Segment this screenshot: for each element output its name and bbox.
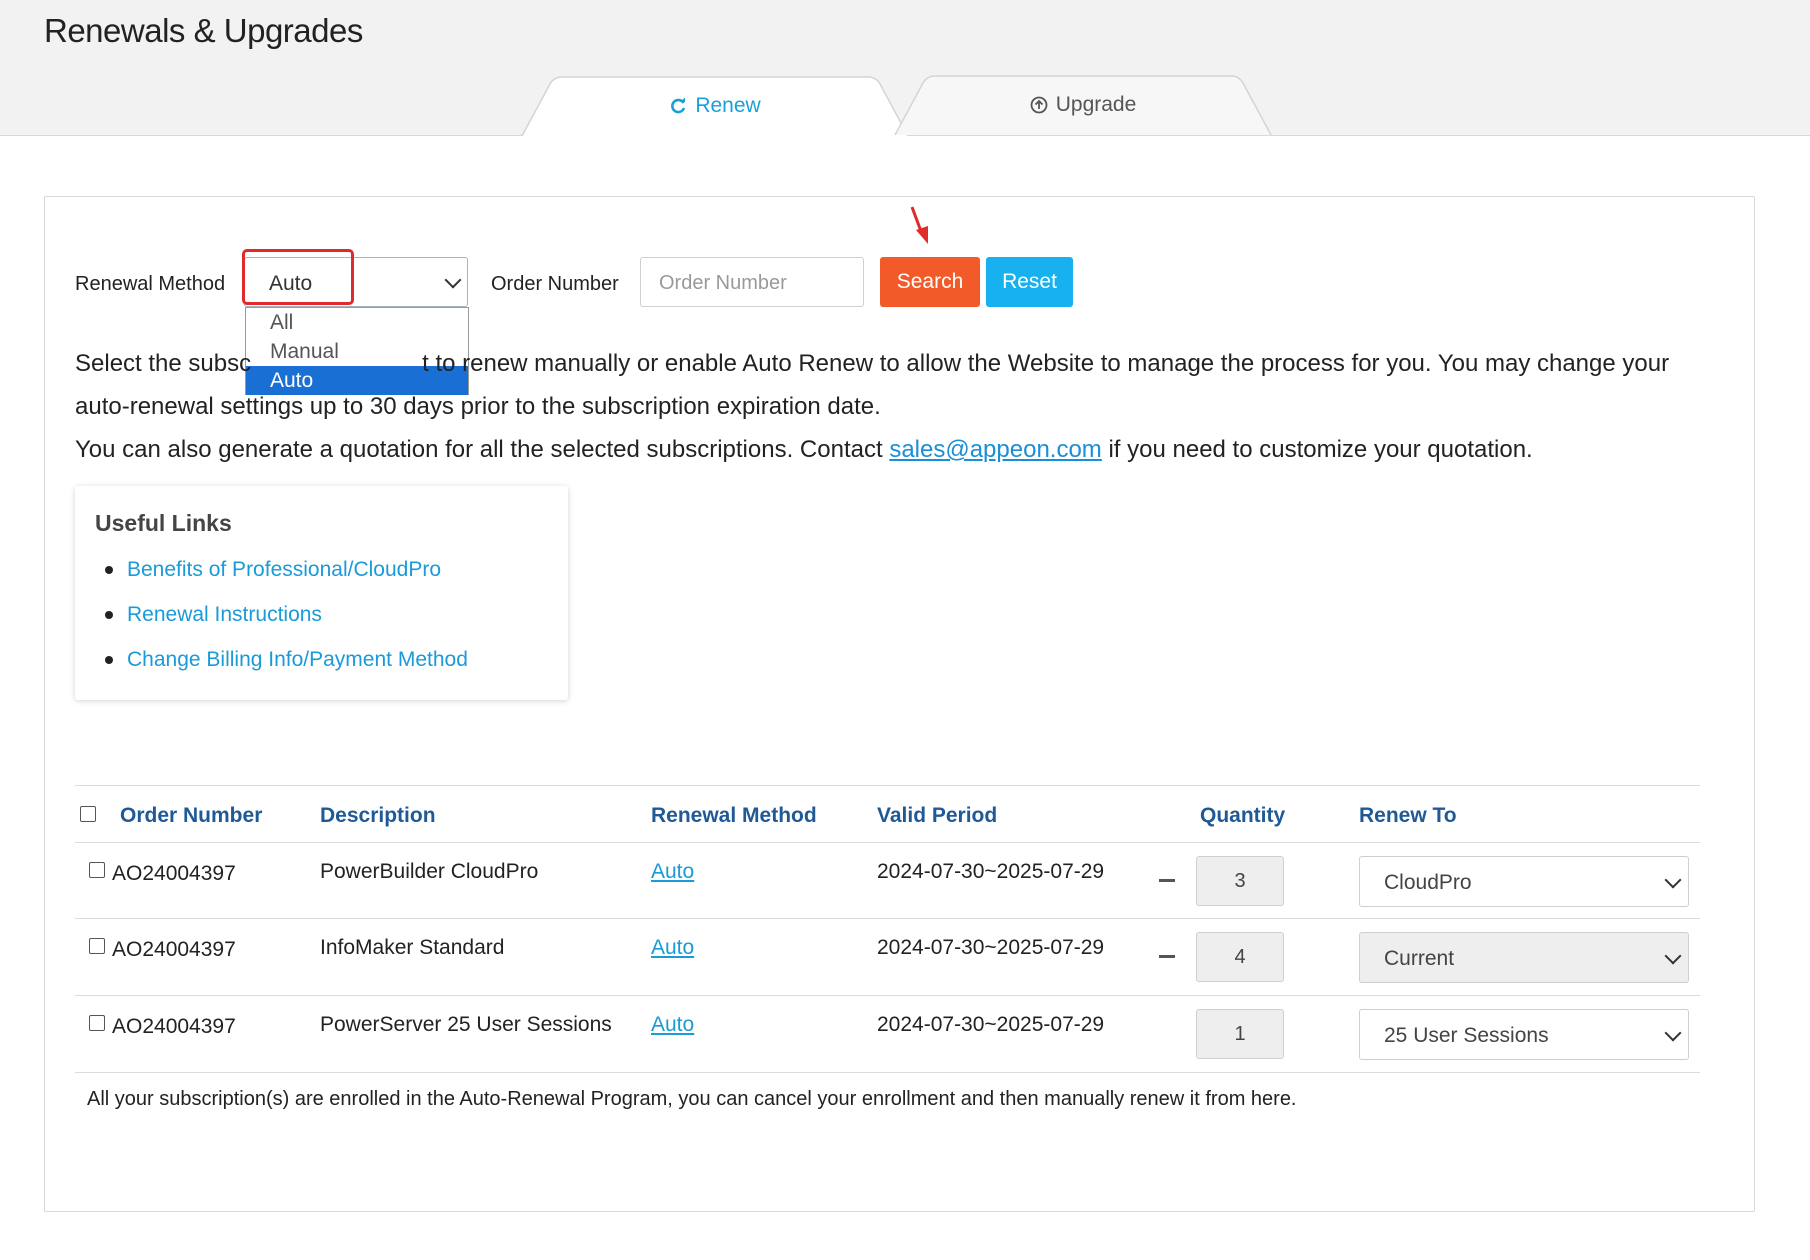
decrease-quantity-icon[interactable] xyxy=(1159,955,1175,958)
chevron-down-icon xyxy=(444,271,462,289)
chevron-down-icon xyxy=(1664,947,1682,965)
intro-line-3: You can also generate a quotation for al… xyxy=(75,436,1533,464)
tab-upgrade[interactable]: Upgrade xyxy=(893,75,1273,135)
sales-email-link[interactable]: sales@appeon.com xyxy=(889,436,1101,463)
row-checkbox[interactable] xyxy=(89,1015,105,1031)
link-renewal-instructions[interactable]: Renewal Instructions xyxy=(105,603,322,627)
order-number-input[interactable]: Order Number xyxy=(640,257,864,307)
renew-to-value: CloudPro xyxy=(1384,871,1472,894)
row-description: InfoMaker Standard xyxy=(320,936,505,959)
quantity-field[interactable]: 3 xyxy=(1196,856,1284,906)
row-renewal-method-link[interactable]: Auto xyxy=(651,936,694,960)
circle-arrow-up-icon xyxy=(1030,96,1048,114)
table-header-border xyxy=(75,842,1700,843)
option-all[interactable]: All xyxy=(246,308,468,337)
quantity-field[interactable]: 1 xyxy=(1196,1009,1284,1059)
header-description[interactable]: Description xyxy=(320,804,436,828)
intro-line-1: Select the subsc t to renew manually or e… xyxy=(75,350,1669,378)
quantity-field[interactable]: 4 xyxy=(1196,932,1284,982)
reset-button[interactable]: Reset xyxy=(986,257,1073,307)
link-change-billing[interactable]: Change Billing Info/Payment Method xyxy=(105,648,468,672)
row-checkbox[interactable] xyxy=(89,938,105,954)
renewal-method-value: Auto xyxy=(269,272,313,295)
renew-to-select[interactable]: Current xyxy=(1359,932,1689,983)
bullet xyxy=(105,611,113,619)
row-valid-period: 2024-07-30~2025-07-29 xyxy=(877,1013,1105,1036)
useful-links-card: Useful Links Benefits of Professional/Cl… xyxy=(75,486,568,700)
header-order-number[interactable]: Order Number xyxy=(120,804,262,828)
renew-to-value: 25 User Sessions xyxy=(1384,1024,1549,1047)
page-title: Renewals & Upgrades xyxy=(44,12,363,49)
row-divider xyxy=(75,918,1700,919)
link-benefits-label[interactable]: Benefits of Professional/CloudPro xyxy=(127,558,441,582)
link-benefits[interactable]: Benefits of Professional/CloudPro xyxy=(105,558,441,582)
row-order-number: AO24004397 xyxy=(112,862,236,885)
chevron-down-icon xyxy=(1664,871,1682,889)
renew-to-select[interactable]: 25 User Sessions xyxy=(1359,1009,1689,1060)
useful-links-title: Useful Links xyxy=(95,510,232,536)
row-renewal-method-link[interactable]: Auto xyxy=(651,860,694,884)
table-top-border xyxy=(75,785,1700,786)
link-renewal-instructions-label[interactable]: Renewal Instructions xyxy=(127,603,322,627)
intro-line-2: auto-renewal settings up to 30 days prio… xyxy=(75,393,881,420)
header-renewal-method[interactable]: Renewal Method xyxy=(651,804,817,828)
intro-line-3-start: You can also generate a quotation for al… xyxy=(75,436,890,463)
bullet xyxy=(105,656,113,664)
row-order-number: AO24004397 xyxy=(112,1015,236,1038)
tab-renew[interactable]: Renew xyxy=(520,76,910,136)
tab-renew-label: Renew xyxy=(695,94,761,117)
refresh-icon xyxy=(671,97,686,114)
row-renewal-method-link[interactable]: Auto xyxy=(651,1013,694,1037)
header-valid-period[interactable]: Valid Period xyxy=(877,804,997,828)
renewal-method-select[interactable]: Auto xyxy=(244,257,468,307)
top-bar: Renewals & Upgrades Renew Upgrade xyxy=(0,0,1810,136)
row-valid-period: 2024-07-30~2025-07-29 xyxy=(877,936,1105,959)
annotation-arrow-icon xyxy=(910,206,928,244)
renew-to-select[interactable]: CloudPro xyxy=(1359,856,1689,907)
search-button[interactable]: Search xyxy=(880,257,980,307)
row-order-number: AO24004397 xyxy=(112,938,236,961)
header-quantity[interactable]: Quantity xyxy=(1200,804,1285,828)
row-description: PowerServer 25 User Sessions xyxy=(320,1013,612,1036)
row-divider xyxy=(75,1072,1700,1073)
decrease-quantity-icon[interactable] xyxy=(1159,879,1175,882)
row-divider xyxy=(75,995,1700,996)
intro-line-1-start: Select the subsc xyxy=(75,350,252,377)
intro-line-1-end: t to renew manually or enable Auto Renew… xyxy=(422,350,1670,377)
bullet xyxy=(105,566,113,574)
header-renew-to[interactable]: Renew To xyxy=(1359,804,1457,828)
renewal-method-label: Renewal Method xyxy=(75,273,226,295)
row-checkbox[interactable] xyxy=(89,862,105,878)
renew-to-value: Current xyxy=(1384,947,1455,970)
auto-renewal-footnote: All your subscription(s) are enrolled in… xyxy=(87,1088,1297,1110)
intro-line-3-end: if you need to customize your quotation. xyxy=(1101,436,1533,463)
row-valid-period: 2024-07-30~2025-07-29 xyxy=(877,860,1105,883)
order-number-label: Order Number xyxy=(491,273,619,295)
chevron-down-icon xyxy=(1664,1024,1682,1042)
select-all-checkbox[interactable] xyxy=(80,806,96,822)
row-description: PowerBuilder CloudPro xyxy=(320,860,539,883)
tab-upgrade-label: Upgrade xyxy=(1055,93,1137,116)
link-change-billing-label[interactable]: Change Billing Info/Payment Method xyxy=(127,648,468,672)
